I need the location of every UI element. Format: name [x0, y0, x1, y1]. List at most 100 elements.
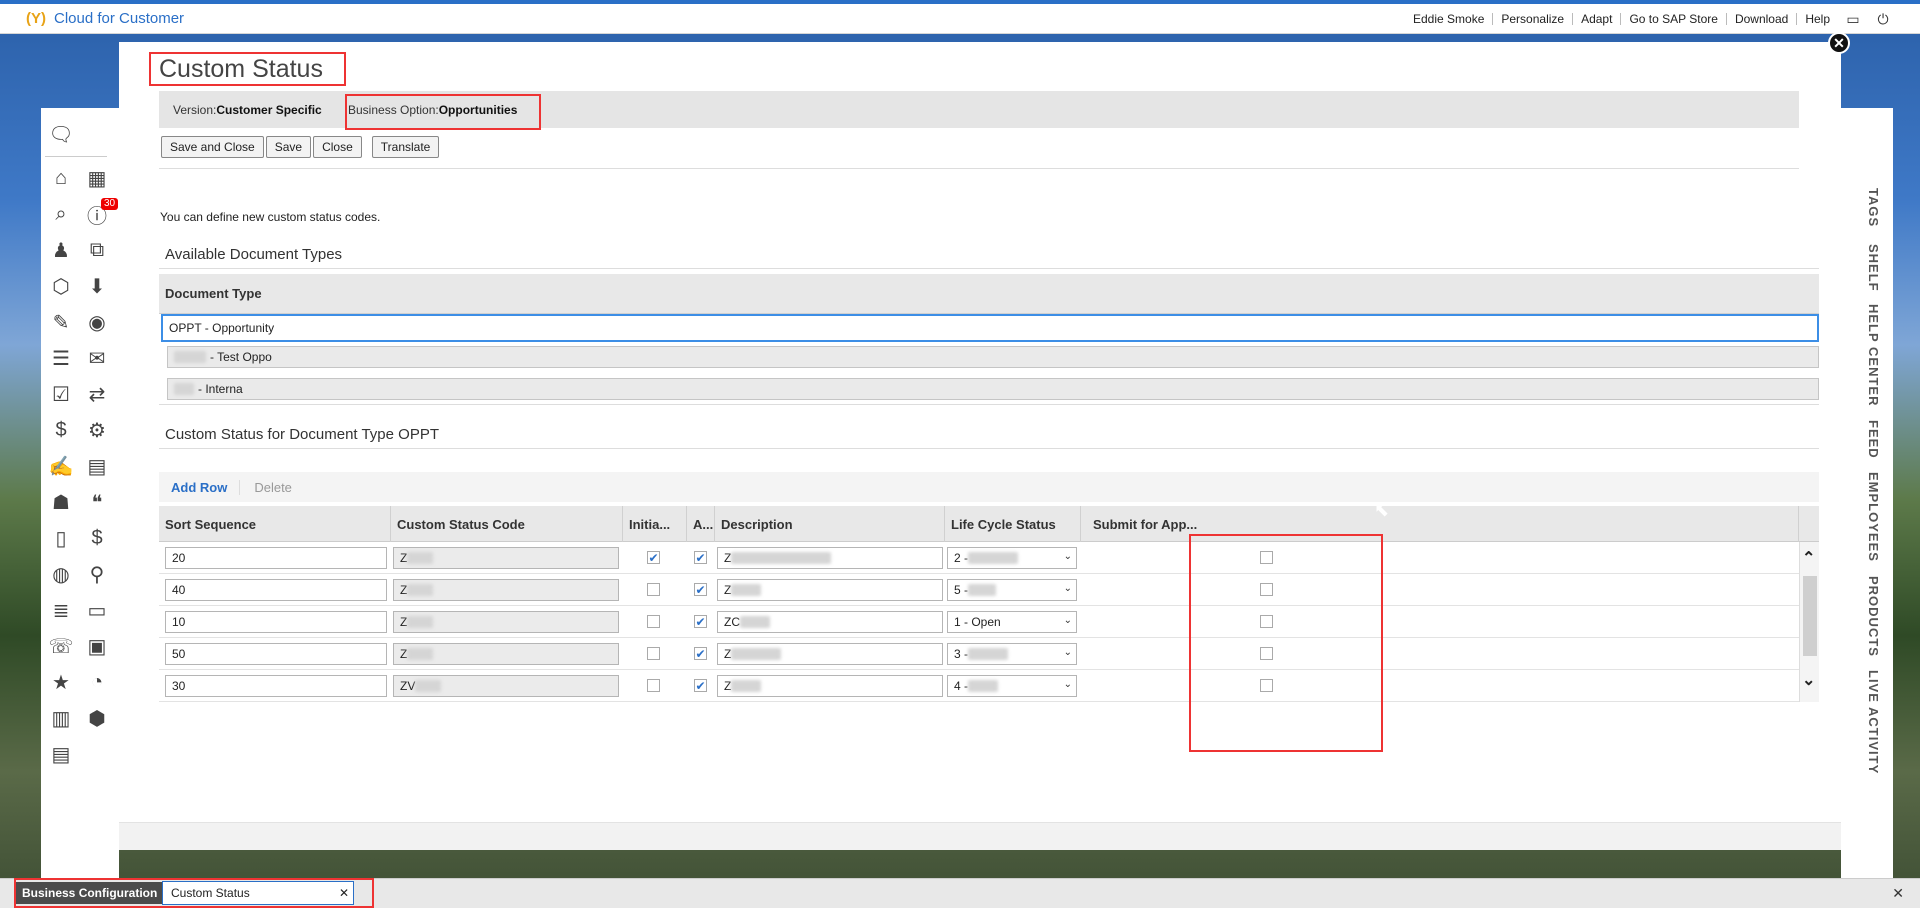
description-field[interactable]: Z	[717, 579, 943, 601]
home-icon[interactable]: ⌂	[47, 164, 75, 192]
description-field[interactable]: ZC	[717, 611, 943, 633]
cube-icon[interactable]: ⬡	[47, 272, 75, 300]
translate-button[interactable]: Translate	[371, 136, 440, 158]
lifecycle-select[interactable]: 5 - ⌄	[947, 579, 1077, 601]
scrollbar-thumb[interactable]	[1803, 576, 1817, 656]
doctype-row[interactable]: OPPT - Opportunity	[161, 314, 1819, 342]
star-calendar-icon[interactable]: ★	[47, 668, 75, 696]
sort-sequence-field[interactable]: 50	[165, 643, 387, 665]
lifecycle-select[interactable]: 1 - Open ⌄	[947, 611, 1077, 633]
description-field[interactable]: Z	[717, 675, 943, 697]
person-icon[interactable]: ◉	[83, 308, 111, 336]
initial-checkbox[interactable]	[647, 679, 660, 692]
close-button[interactable]: Close	[313, 136, 362, 158]
side-tab-help-center[interactable]: HELP CENTER	[1851, 304, 1881, 407]
save-and-close-button[interactable]: Save and Close	[161, 136, 264, 158]
status-code-field[interactable]: Z	[393, 547, 619, 569]
table-row[interactable]: 20 Z ✔ ✔ Z 2 - ⌄	[159, 542, 1819, 574]
lifecycle-select[interactable]: 4 - ⌄	[947, 675, 1077, 697]
col-initial[interactable]: Initia...	[623, 506, 687, 542]
doctype-row[interactable]: - Test Oppo	[167, 346, 1819, 368]
save-button[interactable]: Save	[265, 136, 312, 158]
power-icon[interactable]: ⏻	[1868, 11, 1898, 28]
active-checkbox[interactable]: ✔	[694, 551, 707, 564]
table-row[interactable]: 40 Z ✔ Z 5 - ⌄	[159, 574, 1819, 606]
table-row[interactable]: 50 Z ✔ Z 3 - ⌄	[159, 638, 1819, 670]
dollar-icon[interactable]: $	[47, 416, 75, 444]
close-all-tabs-icon[interactable]: ✕	[1892, 885, 1904, 902]
contacts-icon[interactable]: ☰	[47, 344, 75, 372]
active-checkbox[interactable]: ✔	[694, 583, 707, 596]
side-tab-live-activity[interactable]: LIVE ACTIVITY	[1851, 670, 1881, 774]
table-row[interactable]: 10 Z ✔ ZC 1 - Open ⌄	[159, 606, 1819, 638]
price-icon[interactable]: $	[83, 524, 111, 552]
delete-button[interactable]: Delete	[240, 480, 306, 495]
sort-sequence-field[interactable]: 30	[165, 675, 387, 697]
search-icon[interactable]: ⌕	[47, 200, 75, 228]
initial-checkbox[interactable]	[647, 583, 660, 596]
mail-icon[interactable]: ✉	[83, 344, 111, 372]
col-active[interactable]: A...	[687, 506, 715, 542]
app-logo[interactable]: (Y) Cloud for Customer	[26, 10, 184, 27]
initial-checkbox[interactable]: ✔	[647, 551, 660, 564]
initial-checkbox[interactable]	[647, 615, 660, 628]
edit-doc-icon[interactable]: ✍	[47, 452, 75, 480]
doc-icon[interactable]: ▯	[47, 524, 75, 552]
col-description[interactable]: Description	[715, 506, 945, 542]
status-code-field[interactable]: Z	[393, 643, 619, 665]
org-admin-icon[interactable]: ⚙	[83, 416, 111, 444]
side-tab-tags[interactable]: TAGS	[1851, 188, 1881, 227]
status-code-field[interactable]: Z	[393, 611, 619, 633]
map-icon[interactable]: ⚲	[83, 560, 111, 588]
col-life-cycle-status[interactable]: Life Cycle Status	[945, 506, 1081, 542]
col-sort-sequence[interactable]: Sort Sequence	[159, 506, 391, 542]
window-icon[interactable]: ▭	[1838, 11, 1868, 28]
nav-sap-store[interactable]: Go to SAP Store	[1621, 13, 1727, 25]
side-tab-products[interactable]: PRODUCTS	[1851, 576, 1881, 657]
money-transfer-icon[interactable]: ⇄	[83, 380, 111, 408]
nav-help[interactable]: Help	[1797, 13, 1838, 25]
description-field[interactable]: Z	[717, 547, 943, 569]
list-icon[interactable]: ≣	[47, 596, 75, 624]
side-tab-feed[interactable]: FEED	[1851, 420, 1881, 459]
calendar-icon[interactable]: ▦	[83, 164, 111, 192]
table-scrollbar[interactable]: ⌃ ⌄	[1799, 542, 1819, 702]
checklist-icon[interactable]: ☑	[47, 380, 75, 408]
scroll-up-icon[interactable]: ⌃	[1802, 548, 1815, 568]
sort-sequence-field[interactable]: 10	[165, 611, 387, 633]
nav-adapt[interactable]: Adapt	[1573, 13, 1622, 25]
status-code-field[interactable]: ZV	[393, 675, 619, 697]
lifecycle-select[interactable]: 3 - ⌄	[947, 643, 1077, 665]
nav-user[interactable]: Eddie Smoke	[1405, 13, 1494, 25]
lifecycle-select[interactable]: 2 - ⌄	[947, 547, 1077, 569]
clipboard-icon[interactable]: ▣	[83, 632, 111, 660]
chat-icon[interactable]: 🗨	[47, 120, 75, 148]
nav-personalize[interactable]: Personalize	[1493, 13, 1574, 25]
active-checkbox[interactable]: ✔	[694, 615, 707, 628]
time-icon[interactable]: ◔	[83, 668, 111, 696]
phone-icon[interactable]: ☏	[47, 632, 75, 660]
sort-sequence-field[interactable]: 40	[165, 579, 387, 601]
status-code-field[interactable]: Z	[393, 579, 619, 601]
org-chart-icon[interactable]: ⧉	[83, 236, 111, 264]
analysis-icon[interactable]: ✎	[47, 308, 75, 336]
doctype-row[interactable]: - Interna	[167, 378, 1819, 400]
side-tab-employees[interactable]: EMPLOYEES	[1851, 472, 1881, 562]
active-checkbox[interactable]: ✔	[694, 647, 707, 660]
box-icon[interactable]: ⬢	[83, 704, 111, 732]
initial-checkbox[interactable]	[647, 647, 660, 660]
task-doc-icon[interactable]: ▥	[47, 704, 75, 732]
nav-download[interactable]: Download	[1727, 13, 1798, 25]
person-doc-icon[interactable]: ☗	[47, 488, 75, 516]
active-checkbox[interactable]: ✔	[694, 679, 707, 692]
sort-sequence-field[interactable]: 20	[165, 547, 387, 569]
scroll-down-icon[interactable]: ⌄	[1802, 670, 1815, 690]
add-row-button[interactable]: Add Row	[159, 479, 241, 495]
download-icon[interactable]: ⬇	[83, 272, 111, 300]
report-icon[interactable]: ▤	[47, 740, 75, 768]
calendar-small-icon[interactable]: ▭	[83, 596, 111, 624]
close-dialog-icon[interactable]: ✕	[1828, 32, 1850, 54]
globe-icon[interactable]: ◍	[47, 560, 75, 588]
col-custom-status-code[interactable]: Custom Status Code	[391, 506, 623, 542]
side-tab-shelf[interactable]: SHELF	[1851, 244, 1881, 292]
